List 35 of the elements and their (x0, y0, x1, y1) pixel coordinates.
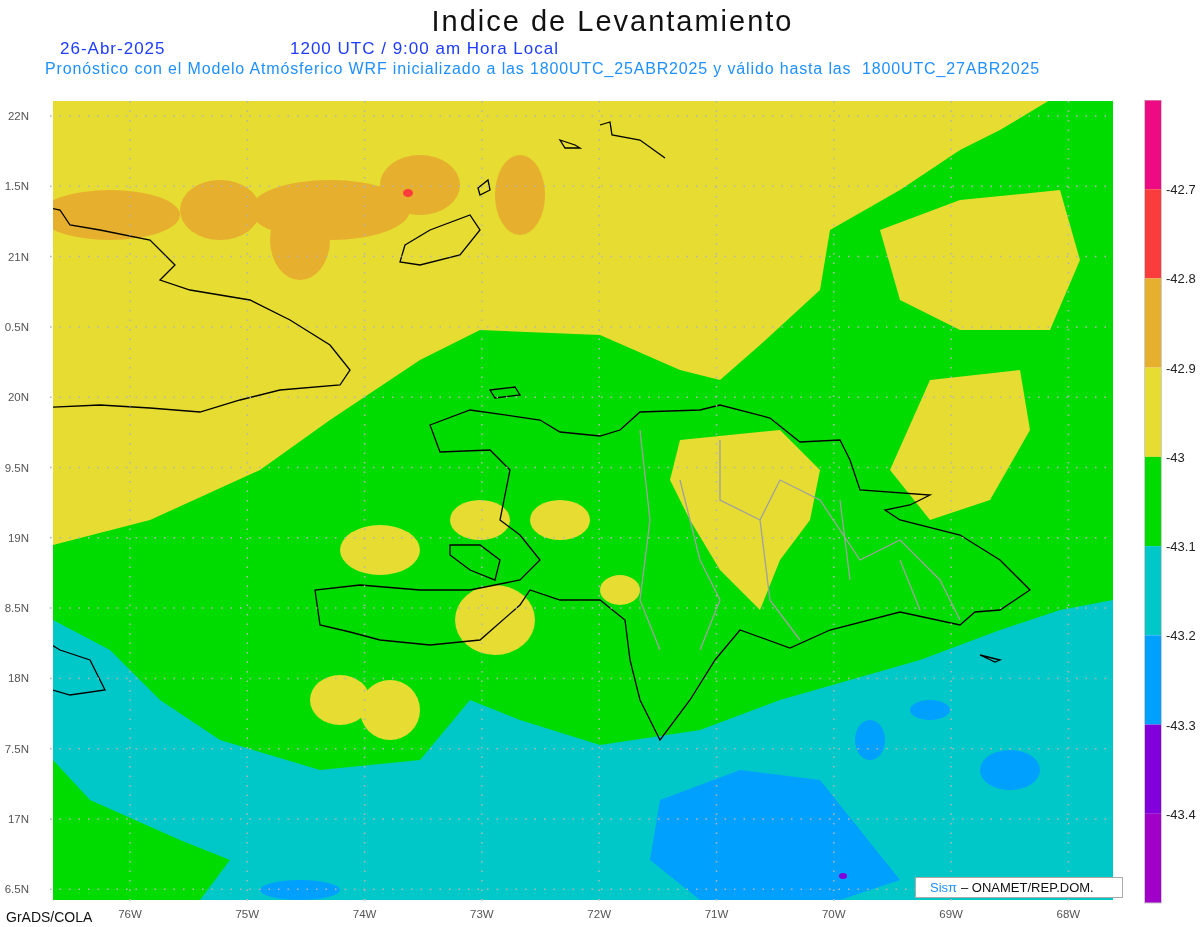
longitude-label: 73W (470, 908, 494, 920)
latitude-label: 17N (7, 813, 29, 825)
latitude-label: 0.5N (4, 320, 29, 333)
legend-label: -42.9 (1166, 360, 1196, 376)
legend-label: -43.4 (1166, 806, 1196, 822)
longitude-label: 74W (352, 908, 377, 920)
latitude-label: 6.5N (4, 883, 29, 896)
latitude-label: 18N (7, 672, 29, 685)
latitude-label: 20N (7, 391, 29, 404)
forecast-date: 26-Abr-2025 (60, 39, 167, 59)
legend-label: -42.8 (1166, 271, 1196, 287)
latitude-label: 8.5N (4, 602, 29, 615)
legend-label: -43.1 (1166, 539, 1196, 555)
latitude-label: 1.5N (4, 180, 29, 193)
forecast-subtitle: Pronóstico con el Modelo Atmósferico WRF inicializado a las 1800UTC_25ABR2025 y válido hasta las 1800UTC_27ABR2025 (45, 60, 1041, 77)
legend-label: -43.2 (1166, 628, 1196, 644)
longitude-label: 69W (939, 908, 963, 920)
footer-label: GrADS/COLA (6, 909, 93, 925)
longitude-label: 76W (118, 908, 142, 920)
latitude-label: 21N (7, 250, 29, 263)
legend-label: -43.3 (1166, 717, 1196, 733)
latitude-label: 19N (7, 531, 29, 544)
longitude-label: 72W (587, 908, 612, 920)
longitude-label: 70W (821, 908, 846, 920)
credit-box: Sisπ – ONAMET/REP.DOM. (915, 877, 1123, 898)
legend-label: -43 (1166, 449, 1185, 465)
latitude-label: 7.5N (4, 742, 29, 755)
chart-title: Indice de Levantamiento (430, 4, 795, 39)
longitude-label: 71W (704, 908, 729, 920)
latitude-label: 9.5N (4, 461, 29, 474)
legend-label: -42.7 (1166, 182, 1196, 198)
forecast-time: 1200 UTC / 9:00 am Hora Local (290, 39, 559, 59)
latitude-label: 22N (7, 110, 29, 122)
longitude-label: 68W (1056, 908, 1081, 920)
longitude-label: 75W (235, 908, 260, 920)
